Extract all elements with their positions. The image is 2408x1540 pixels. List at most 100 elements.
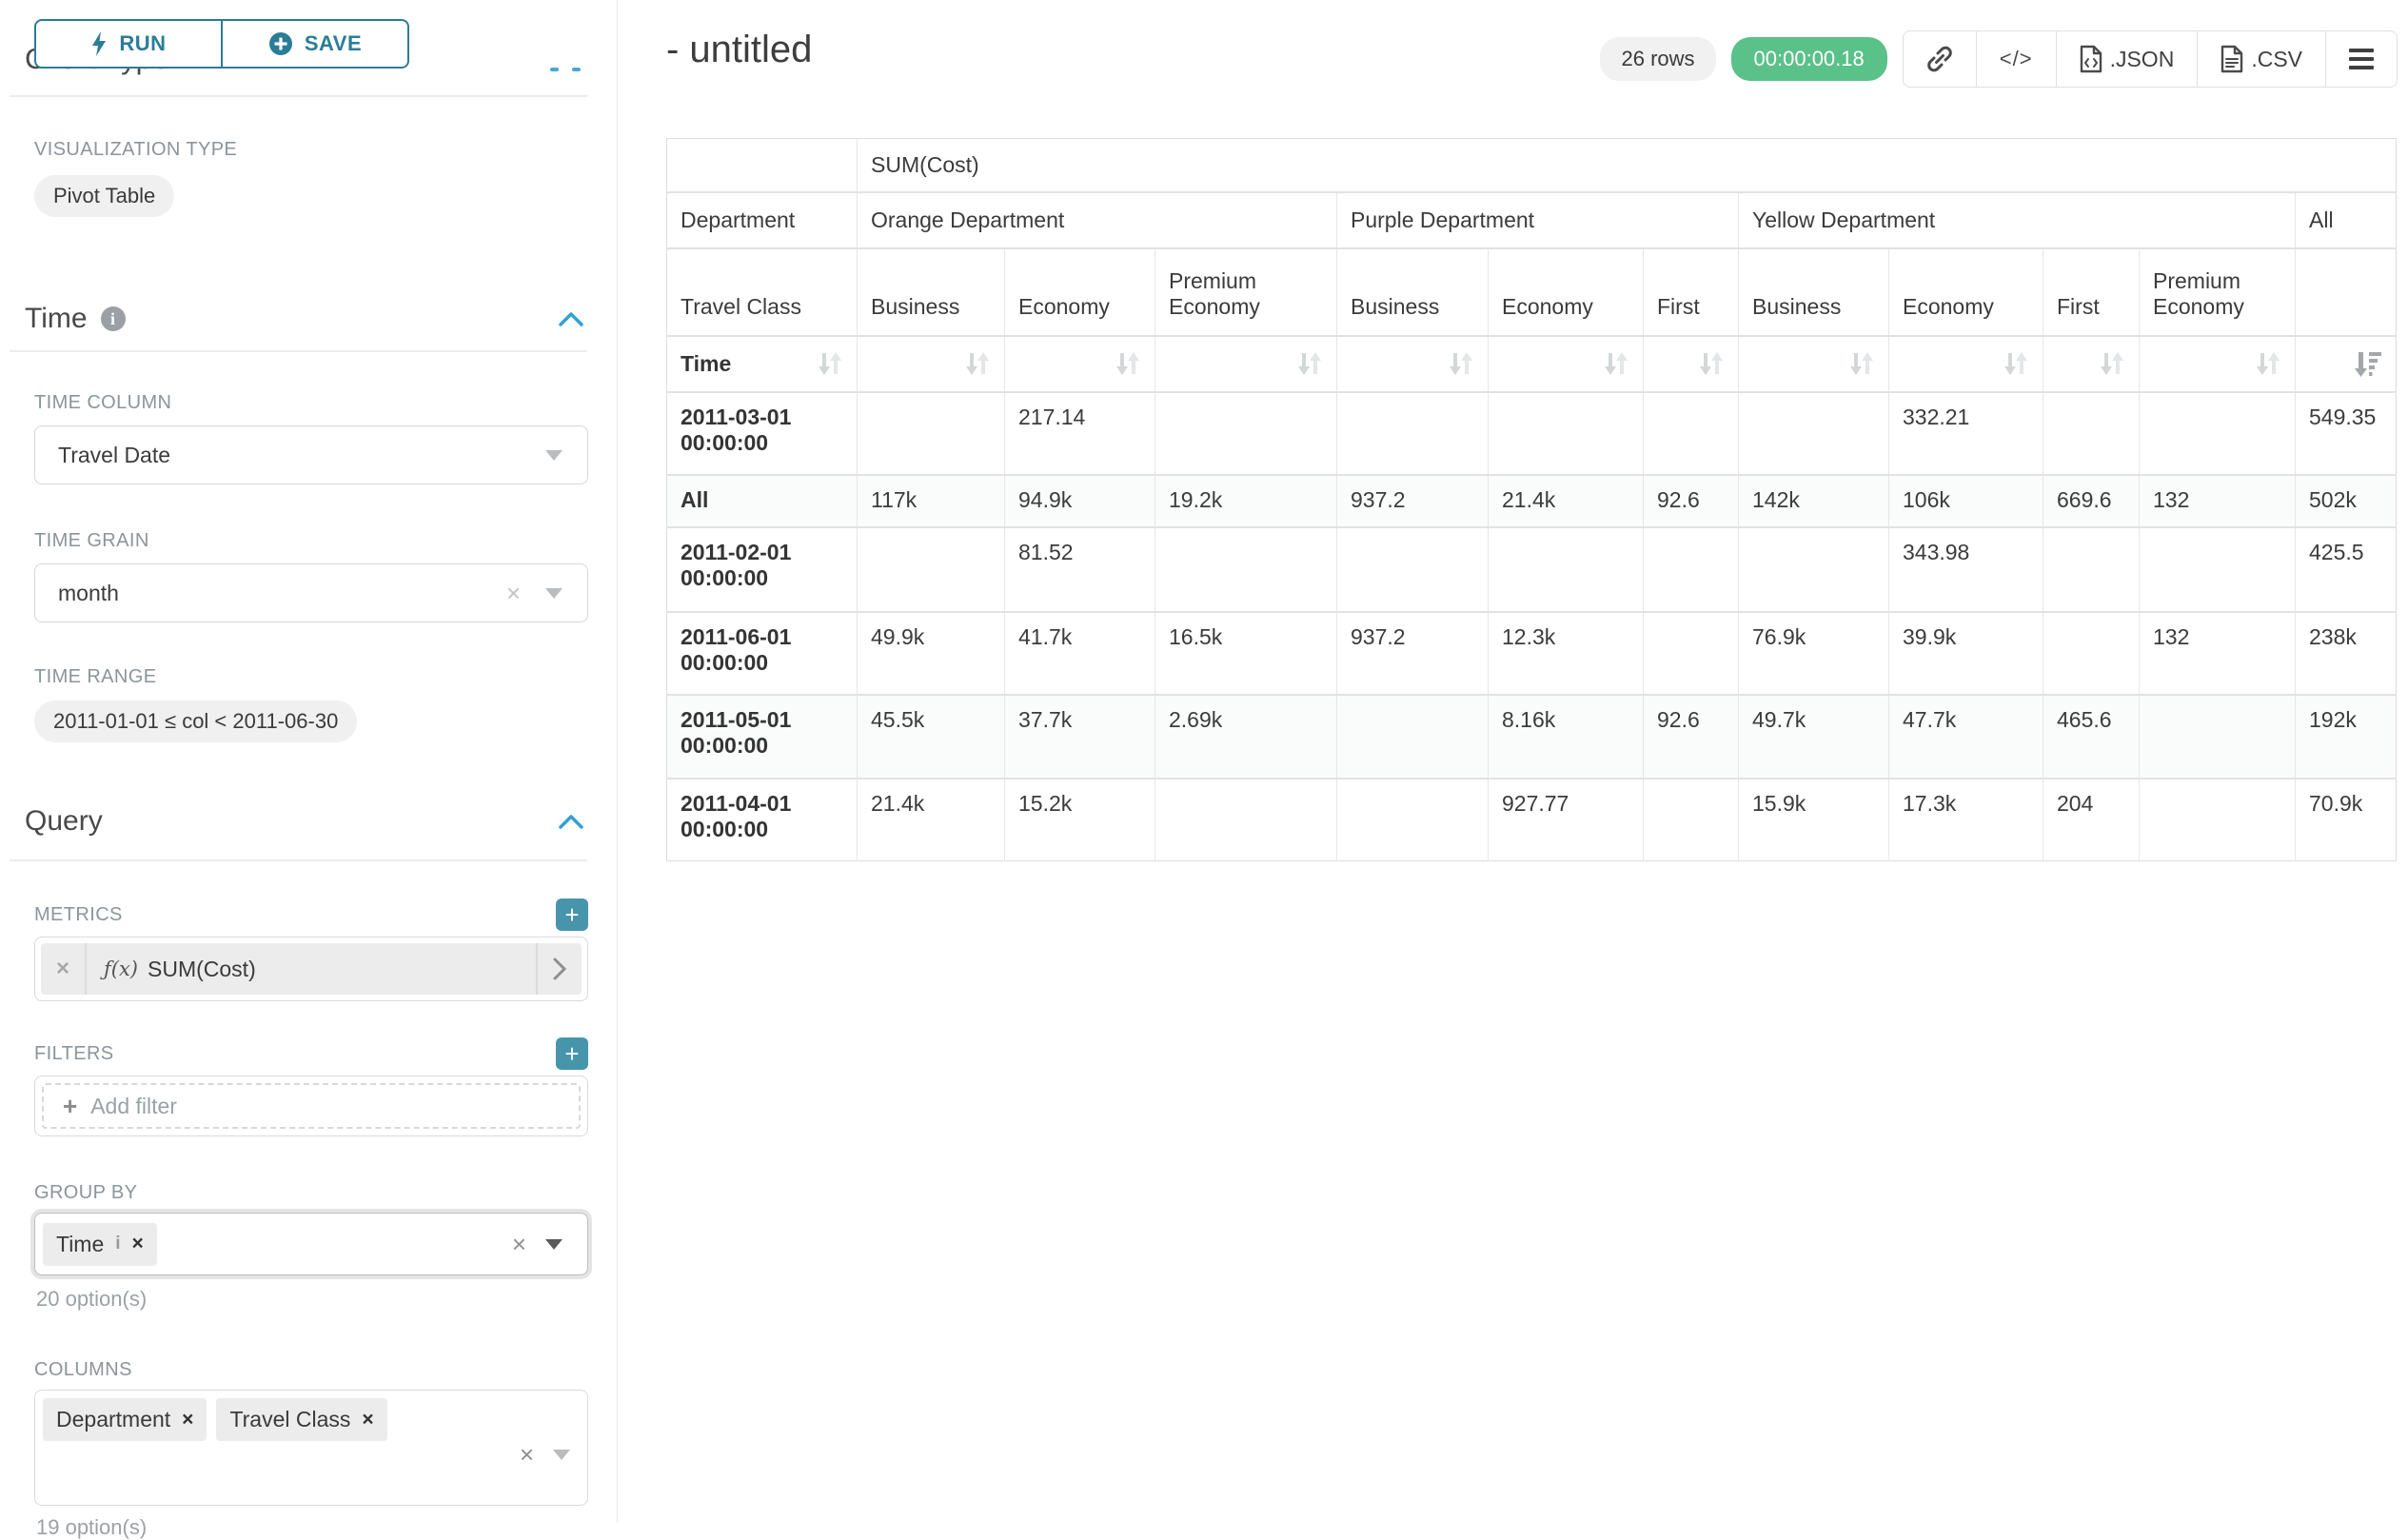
- save-button[interactable]: SAVE: [222, 19, 409, 69]
- sort-icon[interactable]: [1448, 349, 1474, 378]
- table-row: 2011-04-01 00:00:0021.4k15.2k927.7715.9k…: [667, 779, 2397, 861]
- columns-chip[interactable]: Travel Class ×: [216, 1398, 386, 1441]
- sort-header[interactable]: [858, 336, 1005, 392]
- remove-chip-icon[interactable]: ×: [132, 1233, 144, 1255]
- value-cell: 132: [2140, 475, 2296, 527]
- results-toolbar: 26 rows 00:00:00.18 </> .JSON: [1600, 30, 2398, 88]
- value-cell: [2043, 612, 2140, 695]
- hamburger-menu-icon: [2349, 49, 2374, 69]
- column-header: Business: [1337, 248, 1489, 336]
- sort-header[interactable]: [1005, 336, 1155, 392]
- value-cell: 8.16k: [1489, 695, 1644, 779]
- value-cell: [2140, 527, 2296, 612]
- run-button[interactable]: RUN: [34, 19, 222, 69]
- row-label: All: [667, 475, 858, 527]
- value-cell: 937.2: [1337, 475, 1489, 527]
- remove-metric-icon[interactable]: ×: [41, 943, 87, 995]
- value-cell: 92.6: [1644, 475, 1739, 527]
- value-cell: [2140, 392, 2296, 475]
- value-cell: 15.9k: [1739, 779, 1889, 861]
- pivot-table-container: SUM(Cost)DepartmentOrange DepartmentPurp…: [666, 138, 2397, 861]
- time-sort-header[interactable]: Time: [667, 336, 858, 392]
- sort-desc-icon[interactable]: [2354, 349, 2382, 378]
- info-icon[interactable]: i: [101, 306, 126, 331]
- chart-title[interactable]: - untitled: [666, 29, 812, 71]
- add-filter-button[interactable]: +: [556, 1037, 588, 1070]
- sort-icon[interactable]: [1603, 349, 1629, 378]
- value-cell: 669.6: [2043, 475, 2140, 527]
- row-label: 2011-02-01 00:00:00: [667, 527, 858, 612]
- sort-header[interactable]: [1644, 336, 1739, 392]
- metrics-label: METRICS: [34, 904, 123, 926]
- clear-icon[interactable]: ×: [520, 1440, 534, 1470]
- group-by-select[interactable]: Time i × ×: [34, 1213, 588, 1275]
- sort-header[interactable]: [1155, 336, 1337, 392]
- menu-button[interactable]: [2325, 31, 2397, 87]
- export-button-group: </> .JSON .CSV: [1903, 30, 2398, 88]
- export-json-button[interactable]: .JSON: [2056, 31, 2198, 87]
- sort-icon[interactable]: [1115, 349, 1141, 378]
- clipped-icon-dot: [550, 68, 559, 71]
- remove-chip-icon[interactable]: ×: [362, 1409, 373, 1431]
- value-cell: 45.5k: [858, 695, 1005, 779]
- collapse-chevron-icon[interactable]: [558, 813, 584, 830]
- copy-link-button[interactable]: [1904, 31, 1976, 87]
- metric-chip[interactable]: × ƒ(x) SUM(Cost): [41, 943, 582, 995]
- pivot-table: SUM(Cost)DepartmentOrange DepartmentPurp…: [666, 138, 2397, 861]
- time-grain-select[interactable]: month ×: [34, 563, 588, 622]
- viz-type-pill[interactable]: Pivot Table: [34, 175, 174, 217]
- sort-icon[interactable]: [1296, 349, 1323, 378]
- value-cell: 142k: [1739, 475, 1889, 527]
- chevron-down-icon: [553, 1450, 570, 1460]
- column-group-header: Yellow Department: [1739, 192, 2296, 248]
- expand-metric-icon[interactable]: [536, 943, 582, 995]
- columns-chip[interactable]: Department ×: [43, 1398, 207, 1441]
- group-by-label: GROUP BY: [34, 1182, 137, 1204]
- embed-code-button[interactable]: </>: [1976, 31, 2056, 87]
- chevron-down-icon: [545, 450, 563, 461]
- export-csv-button[interactable]: .CSV: [2197, 31, 2325, 87]
- info-icon[interactable]: i: [115, 1234, 120, 1254]
- sort-icon[interactable]: [2003, 349, 2029, 378]
- value-cell: 2.69k: [1155, 695, 1337, 779]
- sort-header[interactable]: [2140, 336, 2296, 392]
- clear-icon[interactable]: ×: [512, 1230, 526, 1259]
- remove-chip-icon[interactable]: ×: [182, 1409, 193, 1431]
- time-range-pill[interactable]: 2011-01-01 ≤ col < 2011-06-30: [34, 701, 357, 742]
- sort-icon[interactable]: [817, 349, 843, 378]
- divider: [10, 95, 587, 97]
- add-filter-placeholder: Add filter: [90, 1094, 177, 1119]
- sort-header[interactable]: [1889, 336, 2043, 392]
- sort-header[interactable]: [1337, 336, 1489, 392]
- add-metric-button[interactable]: +: [556, 898, 588, 931]
- time-section-title: Time: [25, 303, 88, 335]
- time-column-select[interactable]: Travel Date: [34, 425, 588, 484]
- clear-icon[interactable]: ×: [506, 579, 521, 608]
- add-filter-dropzone[interactable]: + Add filter: [42, 1083, 581, 1129]
- value-cell: 47.7k: [1889, 695, 2043, 779]
- value-cell: 238k: [2296, 612, 2397, 695]
- value-cell: 49.7k: [1739, 695, 1889, 779]
- sort-icon[interactable]: [2099, 349, 2125, 378]
- collapse-chevron-icon[interactable]: [558, 310, 584, 327]
- sort-icon[interactable]: [2255, 349, 2281, 378]
- column-group-header: Orange Department: [858, 192, 1337, 248]
- column-group-header: All: [2296, 192, 2397, 248]
- sort-header[interactable]: [1739, 336, 1889, 392]
- sort-header[interactable]: [1489, 336, 1644, 392]
- sort-icon[interactable]: [1698, 349, 1725, 378]
- value-cell: [1644, 612, 1739, 695]
- sort-icon[interactable]: [1848, 349, 1875, 378]
- value-cell: [2043, 527, 2140, 612]
- value-cell: [858, 392, 1005, 475]
- value-cell: 106k: [1889, 475, 2043, 527]
- group-by-chip[interactable]: Time i ×: [43, 1223, 157, 1266]
- sort-header[interactable]: [2043, 336, 2140, 392]
- plus-circle-icon: [268, 31, 293, 56]
- columns-select[interactable]: Department × Travel Class × ×: [34, 1390, 588, 1506]
- sort-header[interactable]: [2296, 336, 2397, 392]
- value-cell: 425.5: [2296, 527, 2397, 612]
- row-label: 2011-05-01 00:00:00: [667, 695, 858, 779]
- sort-icon[interactable]: [964, 349, 991, 378]
- column-header: Economy: [1889, 248, 2043, 336]
